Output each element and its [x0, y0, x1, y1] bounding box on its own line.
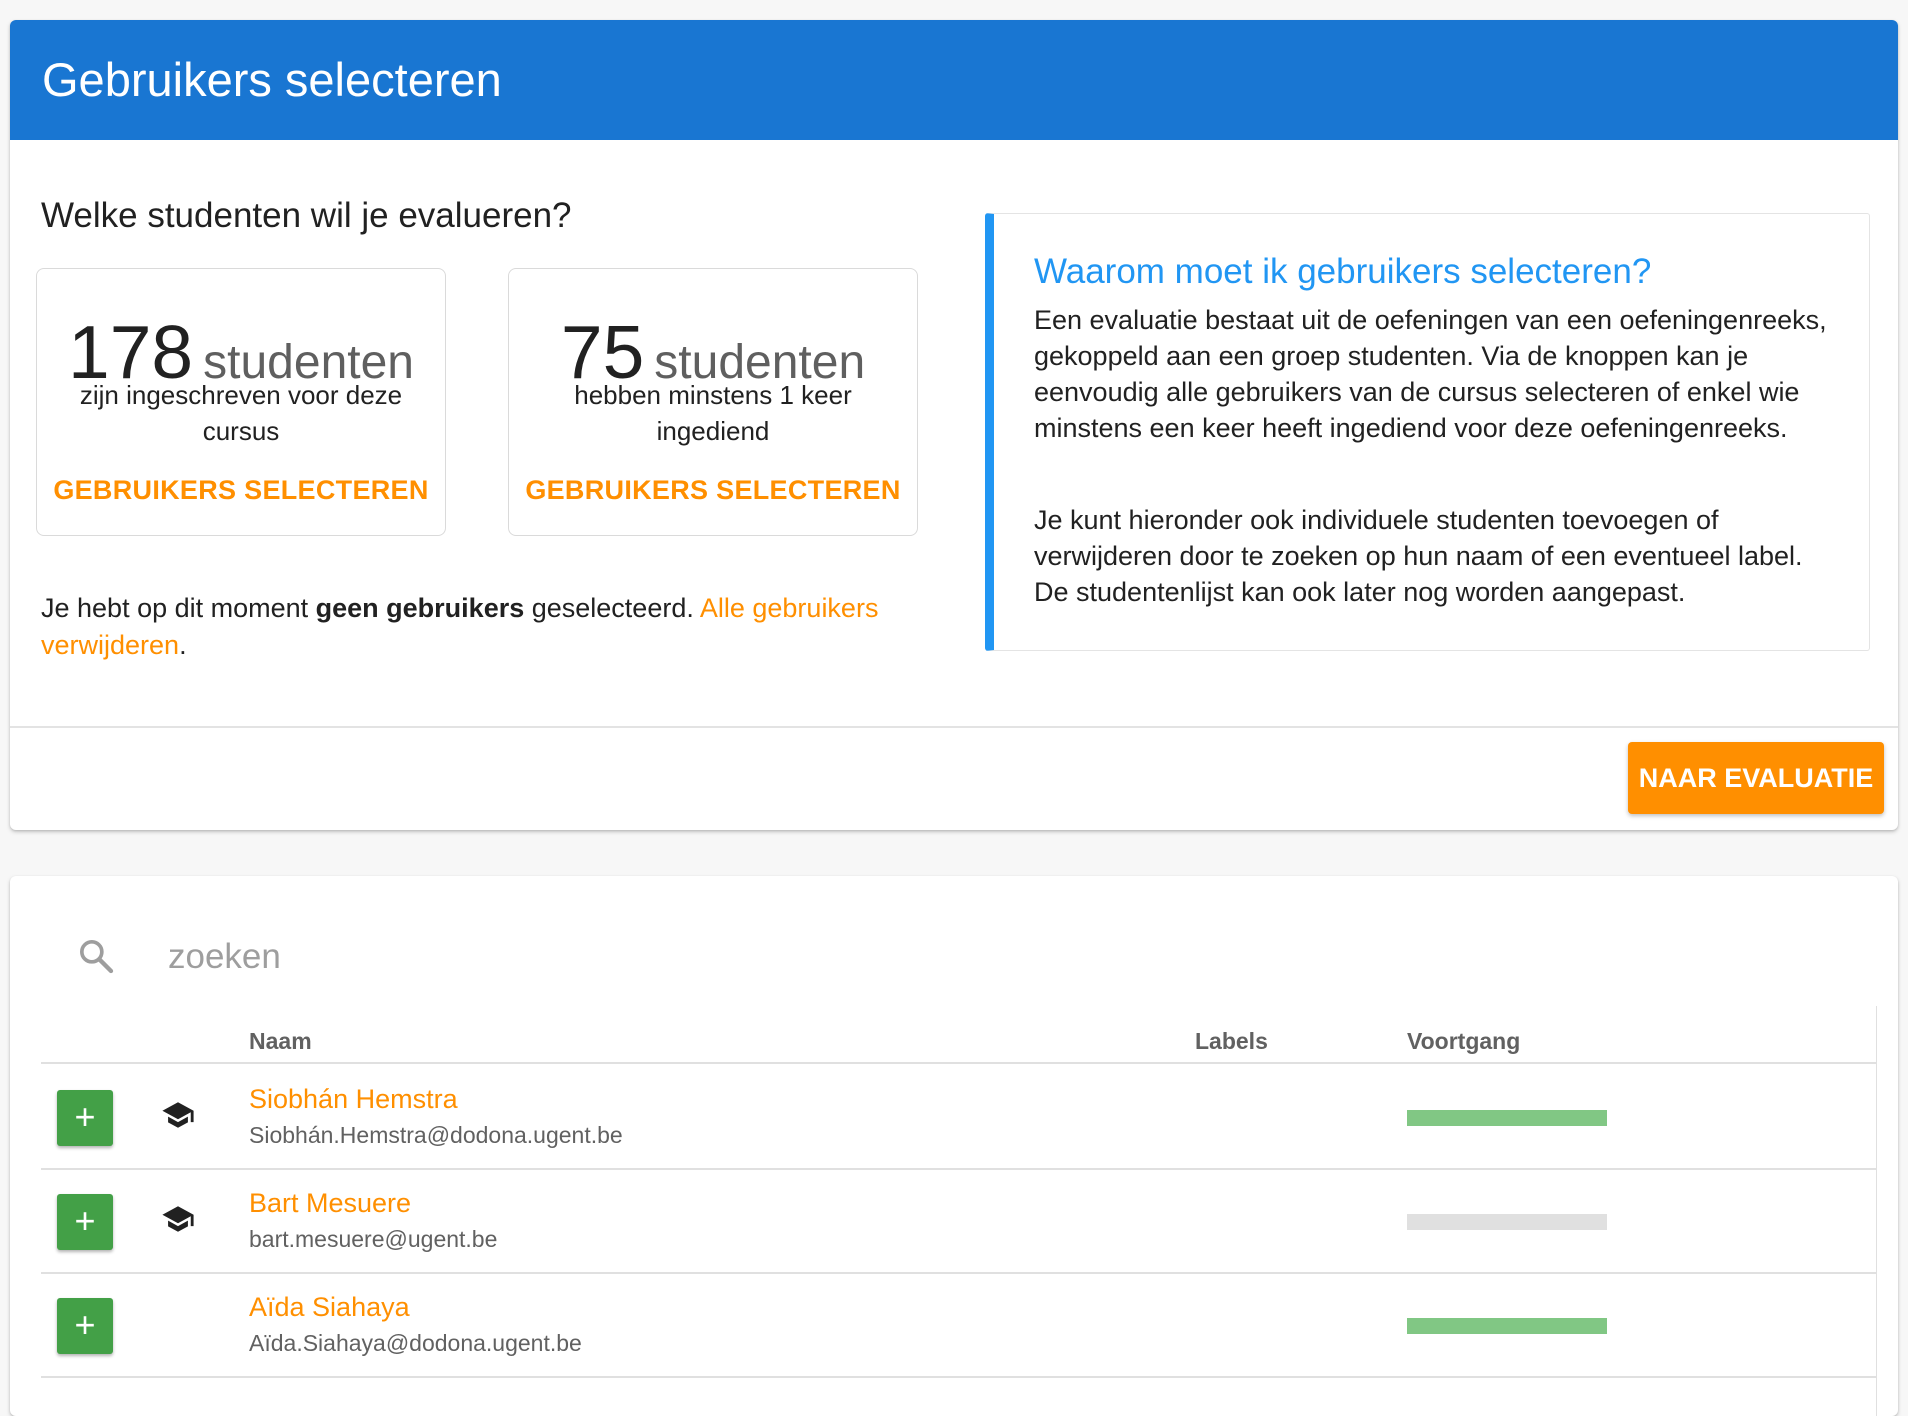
select-submitted-button[interactable]: GEBRUIKERS SELECTEREN: [509, 475, 917, 506]
selection-status: Je hebt op dit moment geen gebruikers ge…: [41, 593, 879, 660]
add-user-button[interactable]: +: [57, 1194, 113, 1250]
user-email: Aïda.Siahaya@dodona.ugent.be: [249, 1330, 582, 1356]
add-user-button[interactable]: +: [57, 1090, 113, 1146]
submitted-students-box: 75 studenten hebben minstens 1 keer inged…: [508, 268, 918, 536]
user-email: bart.mesuere@ugent.be: [249, 1226, 498, 1252]
column-header-progress: Voortgang: [1407, 1028, 1521, 1054]
column-header-labels: Labels: [1195, 1028, 1268, 1054]
table-row: + Bart Mesuere bart.mesuere@ugent.be: [41, 1168, 1876, 1274]
info-paragraph-2: Je kunt hieronder ook individuele studen…: [1034, 505, 1803, 607]
info-title: Waarom moet ik gebruikers selecteren?: [1034, 252, 1652, 291]
to-evaluation-button[interactable]: NAAR EVALUATIE: [1628, 742, 1884, 814]
graduation-cap-icon: [162, 1102, 194, 1128]
progress-bar: [1407, 1110, 1607, 1126]
user-list-card: Naam Labels Voortgang + Siobhán Hemstra …: [10, 876, 1898, 1416]
user-name-link[interactable]: Siobhán Hemstra: [249, 1084, 458, 1115]
column-header-name[interactable]: Naam: [249, 1028, 312, 1055]
submitted-description: hebben minstens 1 keer ingediend: [574, 380, 852, 446]
enrolled-description: zijn ingeschreven voor deze cursus: [79, 380, 403, 446]
user-name-link[interactable]: Bart Mesuere: [249, 1188, 411, 1219]
search-input[interactable]: [166, 928, 1070, 986]
search-icon: [80, 940, 114, 974]
select-enrolled-button[interactable]: GEBRUIKERS SELECTEREN: [37, 475, 445, 506]
user-table: Naam Labels Voortgang + Siobhán Hemstra …: [41, 1006, 1877, 1416]
graduation-cap-icon: [162, 1206, 194, 1232]
add-user-button[interactable]: +: [57, 1298, 113, 1354]
enrolled-students-box: 178 studenten zijn ingeschreven voor deze…: [36, 268, 446, 536]
card-divider: [10, 726, 1898, 728]
user-name-link[interactable]: Aïda Siahaya: [249, 1292, 410, 1323]
selection-status-emphasis: geen gebruikers: [315, 593, 525, 623]
table-header: Naam Labels Voortgang: [41, 1006, 1876, 1064]
table-row: + Aïda Siahaya Aïda.Siahaya@dodona.ugent…: [41, 1272, 1876, 1378]
page-title: Gebruikers selecteren: [42, 53, 502, 106]
selection-question: Welke studenten wil je evalueren?: [41, 196, 572, 235]
progress-bar: [1407, 1318, 1607, 1334]
user-email: Siobhán.Hemstra@dodona.ugent.be: [249, 1122, 623, 1148]
info-callout: Waarom moet ik gebruikers selecteren? Ee…: [985, 213, 1870, 651]
table-row: + Siobhán Hemstra Siobhán.Hemstra@dodona…: [41, 1064, 1876, 1170]
select-users-card: Gebruikers selecteren Welke studenten wi…: [10, 20, 1898, 830]
progress-bar: [1407, 1214, 1607, 1230]
card-header: Gebruikers selecteren: [10, 20, 1898, 140]
info-paragraph-1: Een evaluatie bestaat uit de oefeningen …: [1034, 305, 1827, 443]
